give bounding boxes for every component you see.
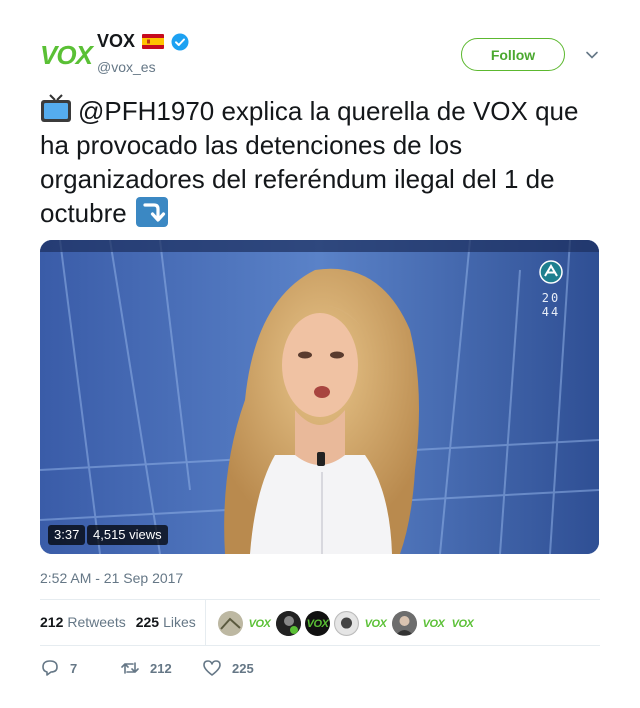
liker-photo-icon <box>335 612 358 635</box>
liker-avatar[interactable] <box>276 611 301 636</box>
heart-icon <box>203 660 221 676</box>
avatar-logo-text: VOX <box>40 40 93 70</box>
account-avatar[interactable]: VOX <box>40 40 93 70</box>
video-duration-badge: 3:37 <box>48 525 86 545</box>
tweet-card: VOX VOX @vox_es Follow @PFH1970 explica … <box>0 0 640 708</box>
reply-count: 7 <box>70 660 78 676</box>
arrow-down-emoji-icon <box>135 196 169 228</box>
stats-separator <box>205 600 206 645</box>
liker-vox-logo: VOX <box>248 617 271 630</box>
follow-button[interactable]: Follow <box>461 38 565 71</box>
liker-avatar[interactable]: VOX <box>450 611 475 636</box>
engagement-stats: 212 Retweets 225 Likes <box>40 614 196 630</box>
spain-flag-icon <box>142 34 165 49</box>
divider <box>40 599 600 600</box>
liker-avatars: VOX VOX VOX VOX VOX <box>218 611 475 636</box>
liker-avatar[interactable]: VOX <box>305 611 330 636</box>
retweet-button[interactable]: 212 <box>120 659 202 677</box>
liker-avatar[interactable]: VOX <box>421 611 446 636</box>
liker-vox-logo: VOX <box>306 617 329 630</box>
broadcast-clock: 20 44 <box>541 291 561 319</box>
channel-logo-icon <box>539 260 563 284</box>
reply-icon <box>42 660 58 676</box>
liker-photo-icon <box>218 611 243 636</box>
likes-stat[interactable]: 225 Likes <box>136 614 196 630</box>
television-emoji-icon <box>40 94 72 124</box>
like-button[interactable]: 225 <box>202 659 254 677</box>
chevron-down-icon[interactable] <box>585 48 599 62</box>
divider <box>40 645 600 646</box>
channel-logo-overlay: 20 44 <box>531 260 571 319</box>
account-handle[interactable]: @vox_es <box>97 59 156 75</box>
likes-count: 225 <box>135 614 160 630</box>
retweet-count: 212 <box>150 660 172 676</box>
liker-avatar[interactable] <box>392 611 417 636</box>
liker-avatar[interactable]: VOX <box>363 611 388 636</box>
like-count: 225 <box>232 660 254 676</box>
liker-vox-logo: VOX <box>422 617 445 630</box>
tweet-body: @PFH1970 explica la querella de VOX que … <box>40 96 579 228</box>
reply-button[interactable]: 7 <box>40 659 120 677</box>
tweet-text: @PFH1970 explica la querella de VOX que … <box>40 94 600 230</box>
likes-label: Likes <box>163 614 196 630</box>
tweet-actions: 7 212 225 <box>40 659 254 677</box>
liker-vox-logo: VOX <box>364 617 387 630</box>
display-name[interactable]: VOX <box>97 31 135 52</box>
verified-badge-icon <box>171 33 189 51</box>
account-name-row: VOX <box>97 31 189 52</box>
video-player[interactable]: 20 44 3:37 4,515 views <box>40 240 599 554</box>
liker-avatar[interactable]: VOX <box>247 611 272 636</box>
retweets-label: Retweets <box>67 614 126 630</box>
liker-avatar[interactable] <box>334 611 359 636</box>
liker-photo-icon <box>392 611 417 636</box>
video-views-badge: 4,515 views <box>87 525 168 545</box>
liker-photo-icon <box>276 611 301 636</box>
retweets-count: 212 <box>40 614 64 630</box>
retweet-icon <box>121 662 139 674</box>
video-thumbnail <box>40 240 599 554</box>
retweets-stat[interactable]: 212 Retweets <box>40 614 126 630</box>
liker-vox-logo: VOX <box>451 617 474 630</box>
liker-avatar[interactable] <box>218 611 243 636</box>
tweet-timestamp[interactable]: 2:52 AM - 21 Sep 2017 <box>40 570 183 586</box>
